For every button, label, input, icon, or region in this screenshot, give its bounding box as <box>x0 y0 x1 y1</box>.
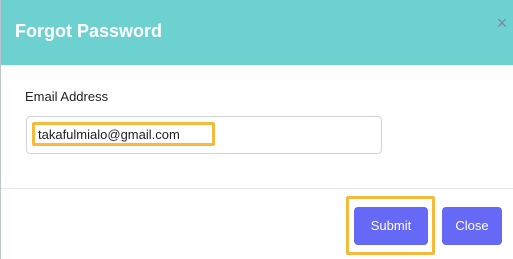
email-field[interactable]: takafulmialo@gmail.com <box>26 116 382 154</box>
email-label: Email Address <box>25 89 109 104</box>
email-value: takafulmialo@gmail.com <box>38 127 180 142</box>
submit-button[interactable]: Submit <box>354 207 428 245</box>
dialog-header: Forgot Password × <box>1 0 513 65</box>
close-button[interactable]: Close <box>442 207 502 245</box>
footer-divider <box>1 188 513 189</box>
dialog-title: Forgot Password <box>15 21 163 41</box>
forgot-password-dialog: Forgot Password × Email Address takafulm… <box>0 0 513 259</box>
close-icon[interactable]: × <box>491 12 513 34</box>
